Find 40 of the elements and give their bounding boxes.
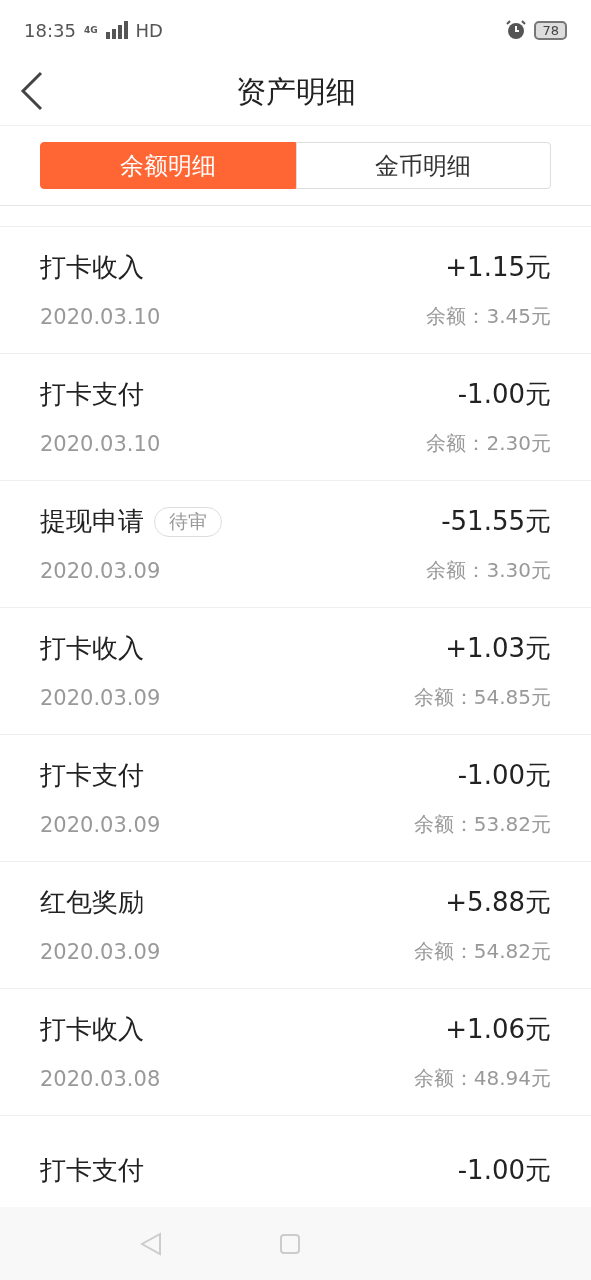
- record-amount: -1.00元: [457, 378, 551, 411]
- record-amount: +1.06元: [445, 1013, 551, 1046]
- record-title: 打卡收入: [40, 632, 144, 665]
- record-amount: -51.55元: [441, 505, 551, 538]
- record-balance: 余额：2.30元: [426, 430, 551, 457]
- record-balance: 余额：54.85元: [413, 684, 551, 711]
- record-amount: -1.00元: [457, 1153, 551, 1187]
- record-amount: -1.00元: [457, 759, 551, 792]
- record-date: 2020.03.09: [40, 558, 161, 583]
- record-balance: 余额：3.45元: [426, 303, 551, 330]
- record-amount: +1.15元: [445, 251, 551, 284]
- record-title: 打卡支付: [40, 759, 144, 792]
- alarm-icon: [506, 20, 527, 40]
- record-balance: 余额：53.82元: [413, 811, 551, 838]
- record-balance: 余额：3.30元: [426, 557, 551, 584]
- record-amount: +5.88元: [445, 886, 551, 919]
- hd-label: HD: [135, 19, 163, 41]
- record-date: 2020.03.10: [40, 431, 161, 456]
- network-type: 4G: [83, 25, 98, 35]
- page-title: 资产明细: [234, 73, 357, 111]
- tab[interactable]: 金币明细: [295, 142, 551, 189]
- record-title: 打卡支付: [40, 378, 144, 411]
- status-time: 18:35: [24, 19, 76, 41]
- record-balance: 余额：48.94元: [413, 1065, 551, 1092]
- record-date: 2020.03.10: [40, 304, 161, 329]
- record-title: 打卡支付: [40, 1153, 144, 1187]
- back-nav-button[interactable]: [140, 1231, 162, 1256]
- battery-level: 78: [534, 20, 567, 40]
- home-nav-button[interactable]: [280, 1233, 300, 1254]
- record-date: 2020.03.09: [40, 812, 161, 837]
- record-title: 打卡收入: [40, 1013, 144, 1046]
- record-date: 2020.03.09: [40, 939, 161, 964]
- record-title: 提现申请: [40, 505, 144, 538]
- record-title: 打卡收入: [40, 251, 144, 284]
- record-amount: +1.03元: [445, 632, 551, 665]
- signal-icon: [105, 21, 128, 39]
- record-title: 红包奖励: [40, 886, 144, 919]
- record-date: 2020.03.08: [40, 1066, 161, 1091]
- record-date: 2020.03.09: [40, 685, 161, 710]
- record-balance: 余额：54.82元: [413, 938, 551, 965]
